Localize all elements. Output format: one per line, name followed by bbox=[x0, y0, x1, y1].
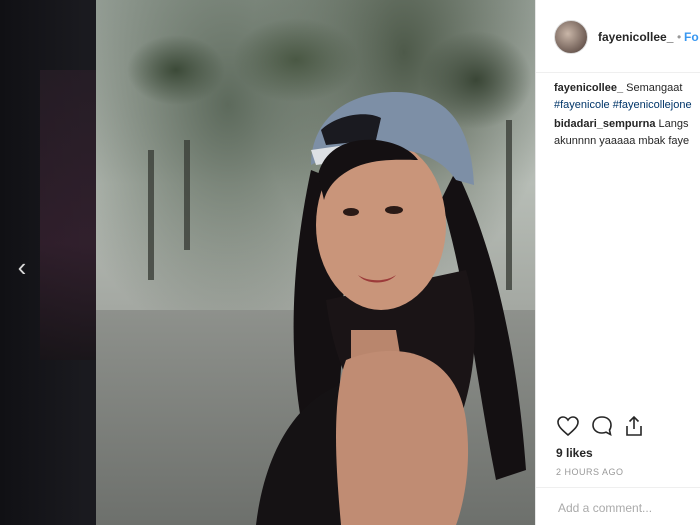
follow-button[interactable]: Fo bbox=[684, 30, 699, 44]
post-photo[interactable] bbox=[96, 0, 536, 525]
list-item: fayenicollee_ Semangaat bbox=[554, 80, 700, 97]
follow-separator: • bbox=[677, 30, 682, 44]
comment-hashtags[interactable]: #fayenicole #fayenicollejone bbox=[554, 97, 700, 114]
post-author-username[interactable]: fayenicollee_ bbox=[598, 30, 673, 44]
comment-icon[interactable] bbox=[590, 414, 614, 438]
share-icon[interactable] bbox=[622, 414, 646, 438]
post-header: fayenicollee_ • Fo bbox=[536, 0, 700, 73]
comment-text: Semangaat bbox=[626, 82, 683, 94]
list-item: bidadari_sempurna Langs bbox=[554, 116, 700, 133]
previous-post-arrow-icon[interactable]: ‹ bbox=[10, 252, 34, 282]
likes-count[interactable]: 9 likes bbox=[556, 446, 593, 460]
previous-post-preview bbox=[40, 70, 96, 360]
avatar[interactable] bbox=[554, 20, 588, 54]
add-comment-input[interactable] bbox=[556, 500, 700, 516]
post-details-panel: fayenicollee_ • Fo fayenicollee_ Semanga… bbox=[535, 0, 700, 525]
comment-username[interactable]: fayenicollee_ bbox=[554, 82, 623, 94]
comment-text-continued: akunnnn yaaaaa mbak faye bbox=[554, 135, 690, 147]
post-timestamp[interactable]: 2 HOURS AGO bbox=[556, 467, 624, 477]
heart-icon[interactable] bbox=[556, 414, 580, 438]
photo-subject bbox=[256, 92, 526, 525]
comment-text: Langs bbox=[658, 118, 689, 130]
comment-username[interactable]: bidadari_sempurna bbox=[554, 118, 655, 130]
divider bbox=[536, 487, 700, 488]
comments-list: fayenicollee_ Semangaat #fayenicole #fay… bbox=[554, 80, 700, 150]
